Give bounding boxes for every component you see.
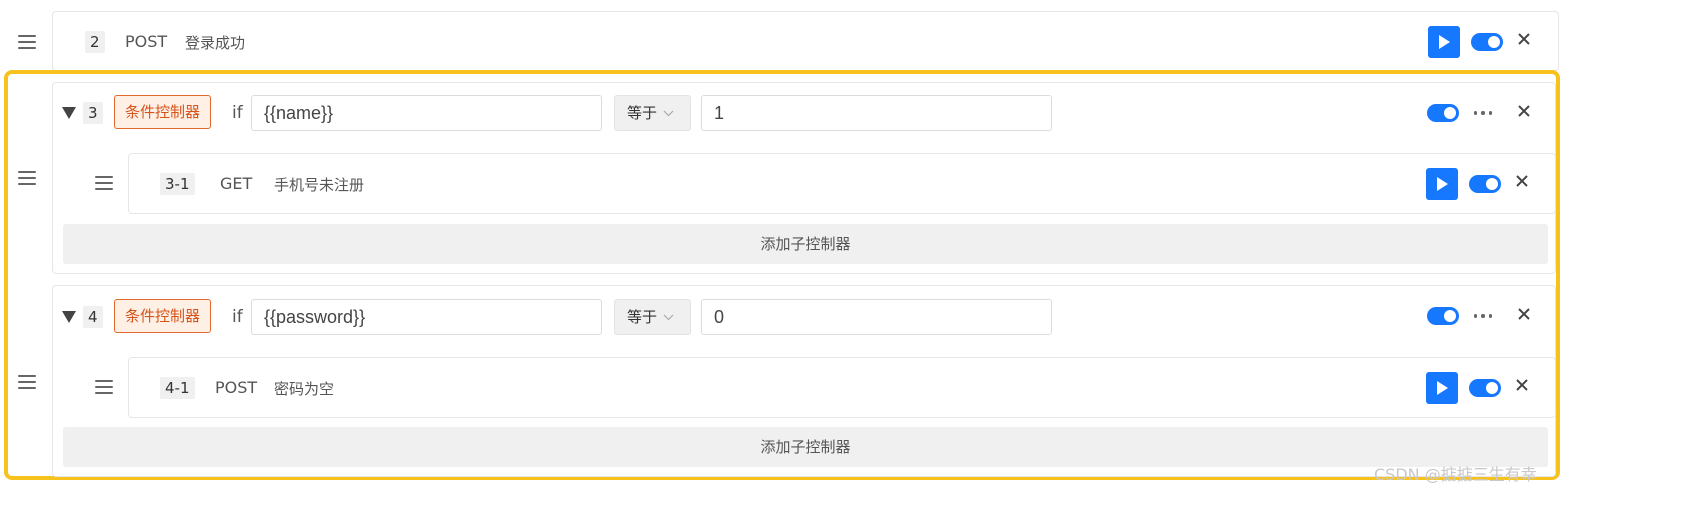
chevron-down-icon <box>663 314 674 320</box>
close-icon[interactable] <box>1516 175 1530 189</box>
operator-select[interactable]: 等于 <box>614 299 691 335</box>
enable-toggle[interactable] <box>1469 175 1501 193</box>
caret-down-icon[interactable] <box>62 311 76 323</box>
step-description: 手机号未注册 <box>274 176 365 194</box>
more-icon[interactable] <box>1474 313 1492 319</box>
if-label: if <box>232 103 243 123</box>
play-button[interactable] <box>1426 372 1458 404</box>
step-description: 密码为空 <box>274 380 335 398</box>
controller-type-tag: 条件控制器 <box>114 299 212 333</box>
operator-value: 等于 <box>627 104 658 122</box>
drag-handle-icon[interactable] <box>18 171 36 185</box>
if-label: if <box>232 307 243 327</box>
add-sub-controller-button[interactable]: 添加子控制器 <box>63 427 1548 467</box>
drag-handle-icon[interactable] <box>18 375 36 389</box>
operator-value: 等于 <box>627 308 658 326</box>
condition-value-input[interactable]: 1 <box>701 95 1052 131</box>
close-icon[interactable] <box>1518 105 1532 119</box>
play-icon <box>1439 35 1450 49</box>
http-method: POST <box>215 378 258 397</box>
controller-card-3: 3 条件控制器 if {{name}} 等于 1 3-1 GET 手机号未注册 … <box>52 82 1556 274</box>
http-method: GET <box>220 174 253 193</box>
play-icon <box>1437 381 1448 395</box>
child-step-card-3-1: 3-1 GET 手机号未注册 <box>128 153 1556 214</box>
chevron-down-icon <box>663 110 674 116</box>
play-button[interactable] <box>1428 26 1460 58</box>
enable-toggle[interactable] <box>1427 104 1459 122</box>
close-icon[interactable] <box>1518 308 1532 322</box>
drag-handle-icon[interactable] <box>95 176 113 190</box>
step-card-2: 2 POST 登录成功 <box>52 11 1559 71</box>
enable-toggle[interactable] <box>1427 307 1459 325</box>
drag-handle-icon[interactable] <box>95 380 113 394</box>
step-number: 2 <box>85 31 105 53</box>
condition-variable-input[interactable]: {{password}} <box>251 299 602 335</box>
operator-select[interactable]: 等于 <box>614 95 691 131</box>
controller-number: 4 <box>83 306 103 328</box>
enable-toggle[interactable] <box>1471 33 1503 51</box>
step-description: 登录成功 <box>185 34 246 52</box>
enable-toggle[interactable] <box>1469 379 1501 397</box>
close-icon[interactable] <box>1518 33 1532 47</box>
drag-handle-icon[interactable] <box>18 35 36 49</box>
play-icon <box>1437 177 1448 191</box>
step-number: 3-1 <box>160 173 195 195</box>
condition-value-input[interactable]: 0 <box>701 299 1052 335</box>
condition-variable-input[interactable]: {{name}} <box>251 95 602 131</box>
http-method: POST <box>125 32 168 51</box>
controller-card-4: 4 条件控制器 if {{password}} 等于 0 4-1 POST 密码… <box>52 285 1556 477</box>
watermark: CSDN @掂掂三生有幸 <box>1374 465 1537 484</box>
more-icon[interactable] <box>1474 110 1492 116</box>
close-icon[interactable] <box>1516 379 1530 393</box>
step-number: 4-1 <box>160 377 195 399</box>
child-step-card-4-1: 4-1 POST 密码为空 <box>128 357 1556 418</box>
add-sub-controller-button[interactable]: 添加子控制器 <box>63 224 1548 264</box>
play-button[interactable] <box>1426 168 1458 200</box>
controller-type-tag: 条件控制器 <box>114 95 212 129</box>
controller-number: 3 <box>83 102 103 124</box>
caret-down-icon[interactable] <box>62 107 76 119</box>
